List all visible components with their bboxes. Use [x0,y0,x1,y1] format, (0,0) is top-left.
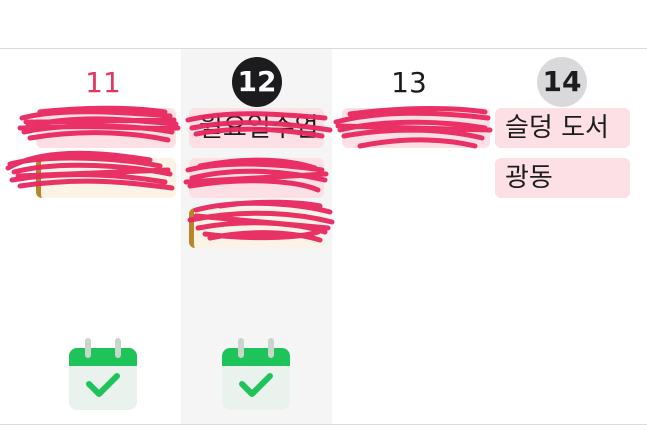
event-title: 광동 [505,163,553,193]
day-number-14-selected[interactable]: 14 [537,57,587,107]
event-day11-2[interactable] [36,158,176,198]
event-day11-1[interactable] [36,108,176,148]
day-number-11[interactable]: 11 [78,58,128,108]
event-day12-2[interactable] [189,158,324,198]
event-day12-3[interactable] [189,208,324,248]
event-day13-1[interactable] [342,108,490,148]
event-day12-1[interactable]: 월요일수업 [189,108,324,148]
calendar-check-icon[interactable] [222,338,290,410]
day-number-12-today[interactable]: 12 [232,57,282,107]
event-title: 슬덩 도서 [505,113,609,143]
bottom-divider [0,424,647,425]
calendar-check-icon[interactable] [69,338,137,410]
event-day14-2[interactable]: 광동 [495,158,630,198]
event-day14-1[interactable]: 슬덩 도서 [495,108,630,148]
event-title: 월요일수업 [199,113,319,143]
day-number-13[interactable]: 13 [384,58,434,108]
